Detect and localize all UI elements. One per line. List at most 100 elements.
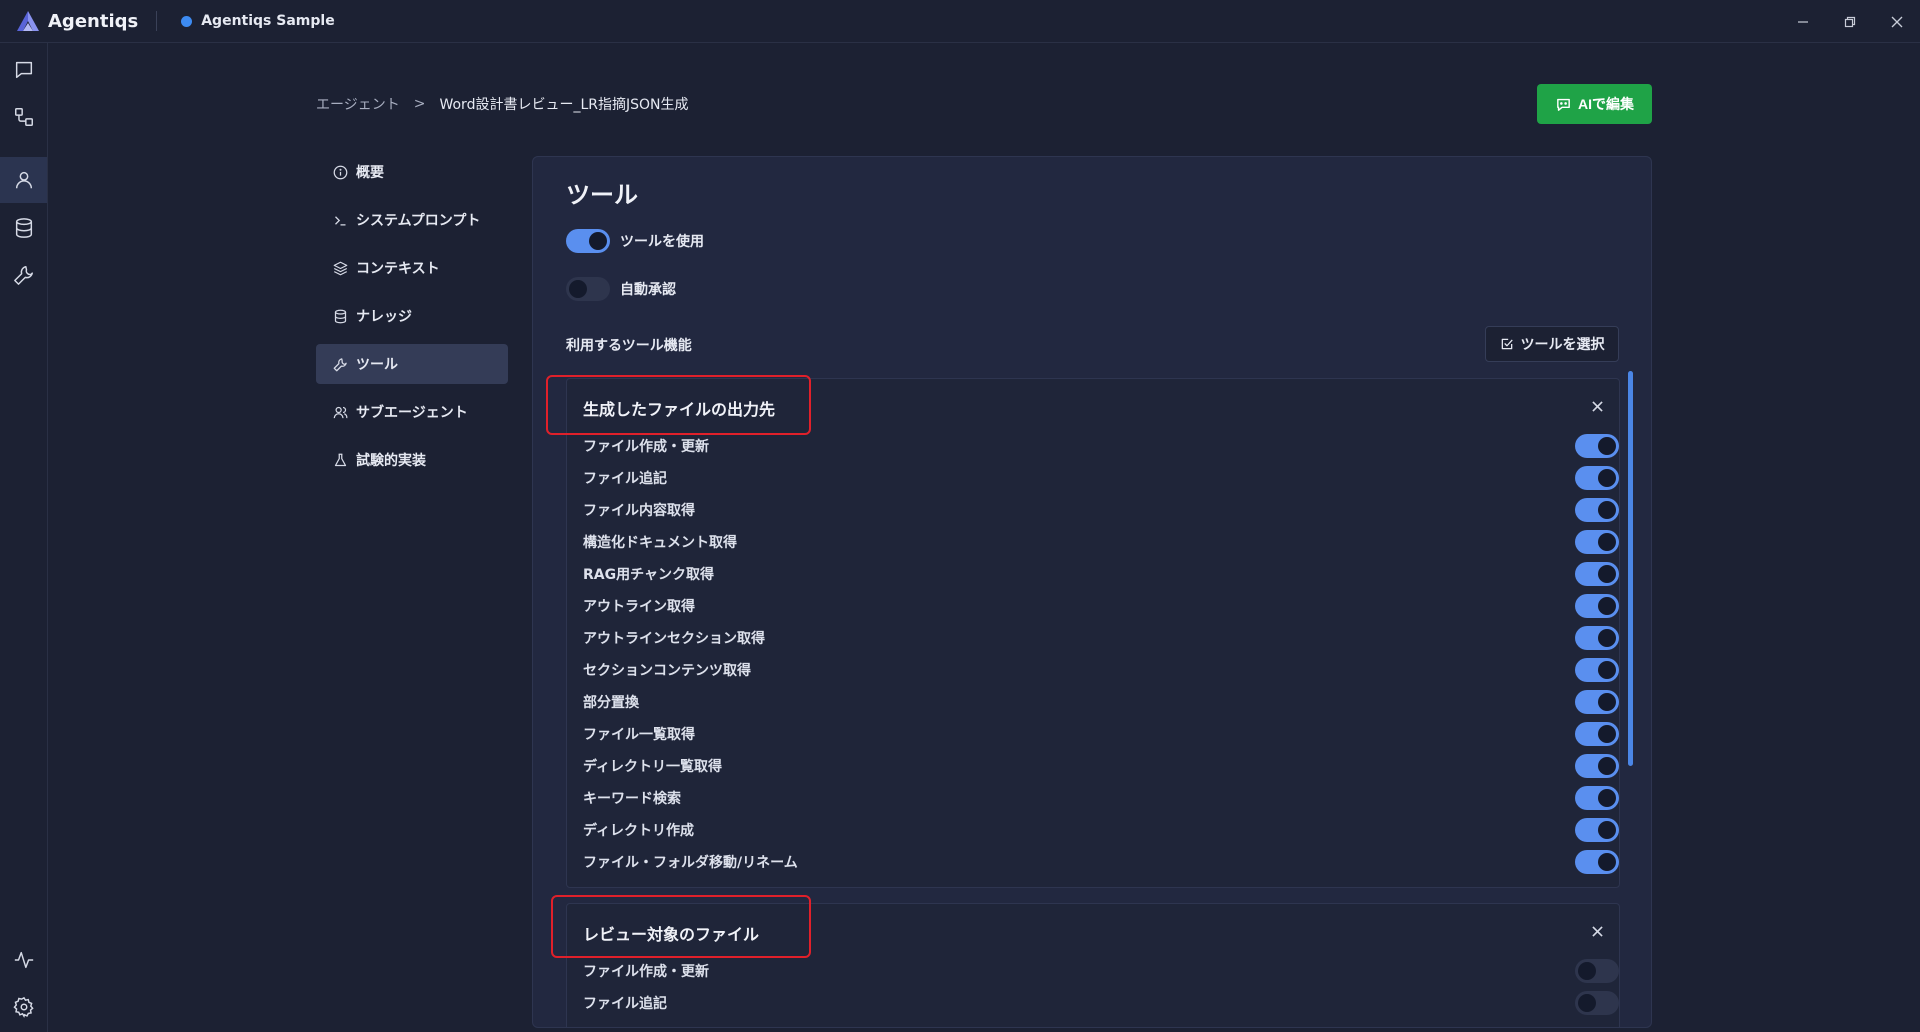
nav-item-context[interactable]: コンテキスト	[316, 248, 508, 288]
nav-item-subagents[interactable]: サブエージェント	[316, 392, 508, 432]
tool-name: ディレクトリ作成	[583, 823, 695, 839]
database-icon	[332, 308, 348, 324]
tool-toggle[interactable]	[1575, 658, 1619, 682]
nav-item-label: システムプロンプト	[356, 213, 481, 229]
tool-toggle[interactable]	[1575, 626, 1619, 650]
minimize-button[interactable]	[1779, 0, 1826, 43]
tool-row: 部分置換	[583, 688, 1619, 716]
tool-toggle[interactable]	[1575, 434, 1619, 458]
tool-group-card: 生成したファイルの出力先 ファイル作成・更新 ファイル追記 ファイル内容取得 構造化ド…	[566, 378, 1620, 888]
activity-icon	[14, 951, 33, 969]
flask-icon	[332, 452, 348, 468]
tool-toggle[interactable]	[1575, 594, 1619, 618]
nav-item-label: 試験的実装	[356, 453, 426, 469]
tool-toggle[interactable]	[1575, 530, 1619, 554]
tool-name: ファイル内容取得	[583, 503, 695, 519]
tool-name: セクションコンテンツ取得	[583, 663, 751, 679]
title-divider	[156, 11, 158, 31]
tool-toggle[interactable]	[1575, 690, 1619, 714]
tool-name: アウトラインセクション取得	[583, 631, 765, 647]
nav-item-experimental[interactable]: 試験的実装	[316, 440, 508, 480]
rail-agents-button[interactable]	[0, 157, 47, 203]
activity-rail	[0, 43, 48, 1032]
nav-item-label: 概要	[356, 165, 384, 181]
chat-icon	[15, 61, 32, 79]
tool-features-label: 利用するツール機能	[566, 338, 692, 354]
tool-name: 部分置換	[583, 695, 639, 711]
panel-scrollbar[interactable]	[1628, 371, 1633, 766]
breadcrumb-agents-link[interactable]: エージェント	[316, 94, 400, 114]
tool-row: ファイル作成・更新	[583, 432, 1619, 460]
tool-row: ファイル・フォルダ移動/リネーム	[583, 848, 1619, 876]
close-icon	[1591, 925, 1603, 937]
nav-item-label: コンテキスト	[356, 261, 440, 277]
tool-name: ファイル追記	[583, 471, 667, 487]
app-name: Agentiqs	[48, 10, 139, 32]
checkbox-icon	[1501, 338, 1513, 350]
remove-group-button[interactable]	[1589, 923, 1605, 939]
tool-name: アウトライン取得	[583, 599, 695, 615]
breadcrumb-separator: >	[413, 96, 426, 112]
tool-row: ディレクトリ作成	[583, 816, 1619, 844]
tool-toggle[interactable]	[1575, 562, 1619, 586]
user-icon	[15, 171, 32, 189]
tool-toggle[interactable]	[1575, 498, 1619, 522]
tool-row: 構造化ドキュメント取得	[583, 528, 1619, 556]
restore-icon	[1844, 16, 1855, 27]
rail-tools-button[interactable]	[0, 252, 47, 298]
tool-toggle[interactable]	[1575, 959, 1619, 983]
tool-toggle[interactable]	[1575, 786, 1619, 810]
use-tools-toggle[interactable]	[566, 229, 610, 253]
tool-row: キーワード検索	[583, 784, 1619, 812]
select-tools-button[interactable]: ツールを選択	[1485, 326, 1619, 362]
window-controls	[1779, 0, 1920, 43]
minimize-icon	[1797, 20, 1808, 23]
terminal-icon	[332, 212, 348, 228]
wrench-icon	[332, 356, 348, 372]
rail-settings-button[interactable]	[0, 984, 47, 1030]
tool-row: ファイル一覧取得	[583, 720, 1619, 748]
select-tools-label: ツールを選択	[1520, 336, 1605, 352]
tool-toggle[interactable]	[1575, 991, 1619, 1015]
workspace-name[interactable]: Agentiqs Sample	[201, 13, 334, 29]
rail-chat-button[interactable]	[0, 47, 47, 93]
nav-item-tools[interactable]: ツール	[316, 344, 508, 384]
workspace-status-dot	[181, 15, 193, 27]
nav-item-label: ツール	[356, 357, 398, 373]
remove-group-button[interactable]	[1589, 398, 1605, 414]
tool-row: アウトライン取得	[583, 592, 1619, 620]
nav-item-system-prompt[interactable]: システムプロンプト	[316, 200, 508, 240]
nav-item-label: ナレッジ	[356, 309, 412, 325]
ai-edit-label: AIで編集	[1578, 96, 1634, 112]
tool-toggle[interactable]	[1575, 722, 1619, 746]
close-window-button[interactable]	[1873, 0, 1920, 43]
tool-name: ファイル作成・更新	[583, 439, 709, 455]
tool-row: ディレクトリ一覧取得	[583, 752, 1619, 780]
ai-edit-button[interactable]: AIで編集	[1537, 84, 1652, 124]
workflow-icon	[14, 108, 33, 126]
wrench-icon	[13, 266, 33, 285]
auto-approve-toggle[interactable]	[566, 277, 610, 301]
rail-workflow-button[interactable]	[0, 94, 47, 140]
tool-toggle[interactable]	[1575, 850, 1619, 874]
tool-name: ファイル一覧取得	[583, 727, 695, 743]
tool-name: ファイル追記	[583, 996, 667, 1012]
nav-item-overview[interactable]: 概要	[316, 152, 508, 192]
tool-row: ファイル作成・更新	[583, 957, 1619, 985]
tool-toggle[interactable]	[1575, 818, 1619, 842]
use-tools-label: ツールを使用	[620, 234, 704, 250]
tool-name: ファイル作成・更新	[583, 964, 709, 980]
ai-chat-icon	[1557, 98, 1570, 111]
tool-name: 構造化ドキュメント取得	[583, 535, 737, 551]
users-icon	[332, 404, 348, 420]
info-icon	[332, 164, 348, 180]
tool-toggle[interactable]	[1575, 466, 1619, 490]
rail-database-button[interactable]	[0, 205, 47, 251]
auto-approve-row: 自動承認	[566, 277, 676, 301]
nav-item-knowledge[interactable]: ナレッジ	[316, 296, 508, 336]
tool-row: RAG用チャンク取得	[583, 560, 1619, 588]
tool-toggle[interactable]	[1575, 754, 1619, 778]
rail-activity-button[interactable]	[0, 937, 47, 983]
use-tools-row: ツールを使用	[566, 229, 704, 253]
restore-button[interactable]	[1826, 0, 1873, 43]
